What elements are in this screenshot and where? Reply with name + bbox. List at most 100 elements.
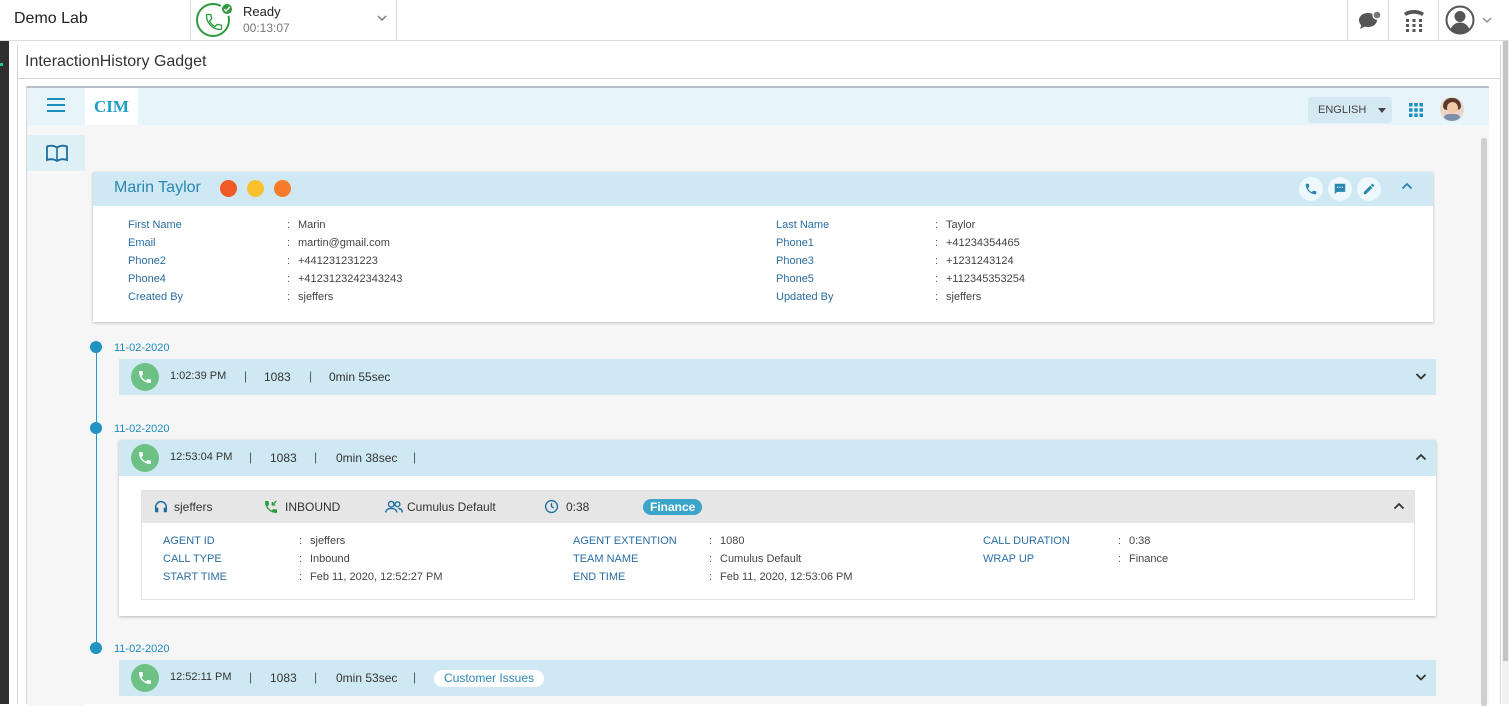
detail-team: Cumulus Default: [407, 500, 496, 514]
detail-label: CALL DURATION: [983, 535, 1070, 547]
detail-value: 0:38: [1129, 535, 1151, 547]
interaction-time: 1:02:39 PM: [170, 370, 227, 382]
field-label: Phone4: [128, 273, 166, 285]
field-label: Updated By: [776, 291, 834, 303]
field-label: Email: [128, 237, 156, 249]
headset-icon: [154, 501, 168, 513]
wrapup-tag: Customer Issues: [434, 670, 545, 687]
field-label: Phone2: [128, 255, 166, 267]
interaction-duration: 0min 55sec: [329, 370, 391, 384]
separator: |: [314, 670, 318, 684]
detail-label: AGENT ID: [163, 535, 215, 547]
field-colon: :: [287, 219, 291, 231]
field-colon: :: [709, 535, 713, 547]
team-icon: [385, 500, 403, 513]
dialpad-button[interactable]: [1388, 0, 1438, 41]
interaction-time: 12:53:04 PM: [170, 451, 233, 463]
chevron-up-icon[interactable]: [1415, 452, 1427, 462]
interaction-extension: 1083: [270, 451, 297, 465]
chevron-down-icon[interactable]: [1415, 371, 1427, 381]
side-nav-history[interactable]: [27, 135, 85, 171]
language-value: ENGLISH: [1318, 104, 1367, 116]
chat-icon: [1359, 10, 1382, 29]
detail-direction: INBOUND: [285, 500, 341, 514]
separator: |: [309, 369, 313, 383]
field-colon: :: [935, 273, 939, 285]
interaction-duration: 0min 53sec: [336, 671, 398, 685]
field-colon: :: [935, 237, 939, 249]
left-edge-strip: [0, 41, 9, 704]
cim-logo[interactable]: CIM: [85, 88, 138, 125]
field-value: sjeffers: [946, 291, 982, 303]
customer-card-header: Marin Taylor: [93, 172, 1433, 206]
interaction-row[interactable]: 12:52:11 PM | 1083 | 0min 53sec | Custom…: [119, 660, 1436, 696]
field-value: Taylor: [946, 219, 976, 231]
separator: |: [413, 450, 417, 464]
book-icon: [46, 144, 68, 162]
field-colon: :: [1118, 535, 1122, 547]
agent-state-dropdown[interactable]: Ready 00:13:07: [190, 0, 397, 41]
detail-value: Finance: [1129, 553, 1169, 565]
field-colon: :: [935, 291, 939, 303]
side-nav: [27, 135, 85, 706]
field-value: sjeffers: [298, 291, 334, 303]
top-bar: Demo Lab Ready 00:13:07: [0, 0, 1509, 41]
timeline-dot: [90, 642, 102, 654]
field-label: Phone1: [776, 237, 814, 249]
separator: |: [314, 450, 318, 464]
chevron-up-icon[interactable]: [1393, 501, 1405, 511]
detail-value: Feb 11, 2020, 12:52:27 PM: [310, 571, 443, 583]
chevron-up-icon[interactable]: [1401, 181, 1413, 191]
detail-value: 1080: [720, 535, 745, 547]
agent-state-timer: 00:13:07: [243, 21, 290, 35]
field-colon: :: [1118, 553, 1122, 565]
message-customer-button[interactable]: [1328, 177, 1352, 201]
language-select[interactable]: ENGLISH: [1308, 97, 1392, 123]
field-colon: :: [299, 535, 303, 547]
field-label: First Name: [128, 219, 182, 231]
detail-label: WRAP UP: [983, 553, 1035, 565]
app-header: CIM ENGLISH: [27, 88, 1489, 125]
call-icon: [131, 444, 159, 472]
message-icon: [1334, 183, 1346, 195]
field-colon: :: [709, 553, 713, 565]
interaction-date: 11-02-2020: [114, 342, 170, 354]
page-scrollbar[interactable]: [1502, 41, 1509, 704]
interaction-row[interactable]: 1:02:39 PM | 1083 | 0min 55sec: [119, 359, 1436, 395]
detail-label: AGENT EXTENTION: [573, 535, 677, 547]
dialpad-icon: [1404, 10, 1424, 32]
timeline-dot: [90, 341, 102, 353]
status-dot-red: [220, 180, 237, 197]
user-profile-button[interactable]: [1438, 0, 1500, 41]
interaction-date: 11-02-2020: [114, 423, 170, 435]
avatar[interactable]: [1440, 97, 1464, 121]
field-value: +112345353254: [946, 273, 1026, 285]
user-profile-icon: [1445, 5, 1475, 35]
field-value: +4123123242343243: [298, 273, 403, 285]
content-scrollbar[interactable]: [1481, 138, 1487, 706]
detail-value: Feb 11, 2020, 12:53:06 PM: [720, 571, 853, 583]
field-label: Phone5: [776, 273, 814, 285]
edit-customer-button[interactable]: [1357, 177, 1381, 201]
chat-button[interactable]: [1347, 0, 1388, 41]
inbound-call-icon: [265, 500, 277, 513]
field-colon: :: [935, 255, 939, 267]
chevron-down-icon[interactable]: [1415, 672, 1427, 682]
phone-icon: [1305, 183, 1317, 195]
call-icon: [131, 664, 159, 692]
interaction-row[interactable]: 12:53:04 PM | 1083 | 0min 38sec |: [119, 440, 1436, 476]
call-customer-button[interactable]: [1299, 177, 1323, 201]
caret-down-icon: [1378, 108, 1386, 113]
menu-icon[interactable]: [47, 98, 65, 112]
interaction-date: 11-02-2020: [114, 643, 170, 655]
interaction-extension: 1083: [270, 671, 297, 685]
field-colon: :: [709, 571, 713, 583]
interaction-duration: 0min 38sec: [336, 451, 398, 465]
field-colon: :: [299, 553, 303, 565]
separator: |: [244, 369, 248, 383]
detail-agent: sjeffers: [174, 500, 213, 514]
field-colon: :: [287, 237, 291, 249]
field-label: Created By: [128, 291, 184, 303]
apps-grid-icon[interactable]: [1409, 103, 1423, 117]
chevron-down-icon: [1482, 17, 1492, 23]
